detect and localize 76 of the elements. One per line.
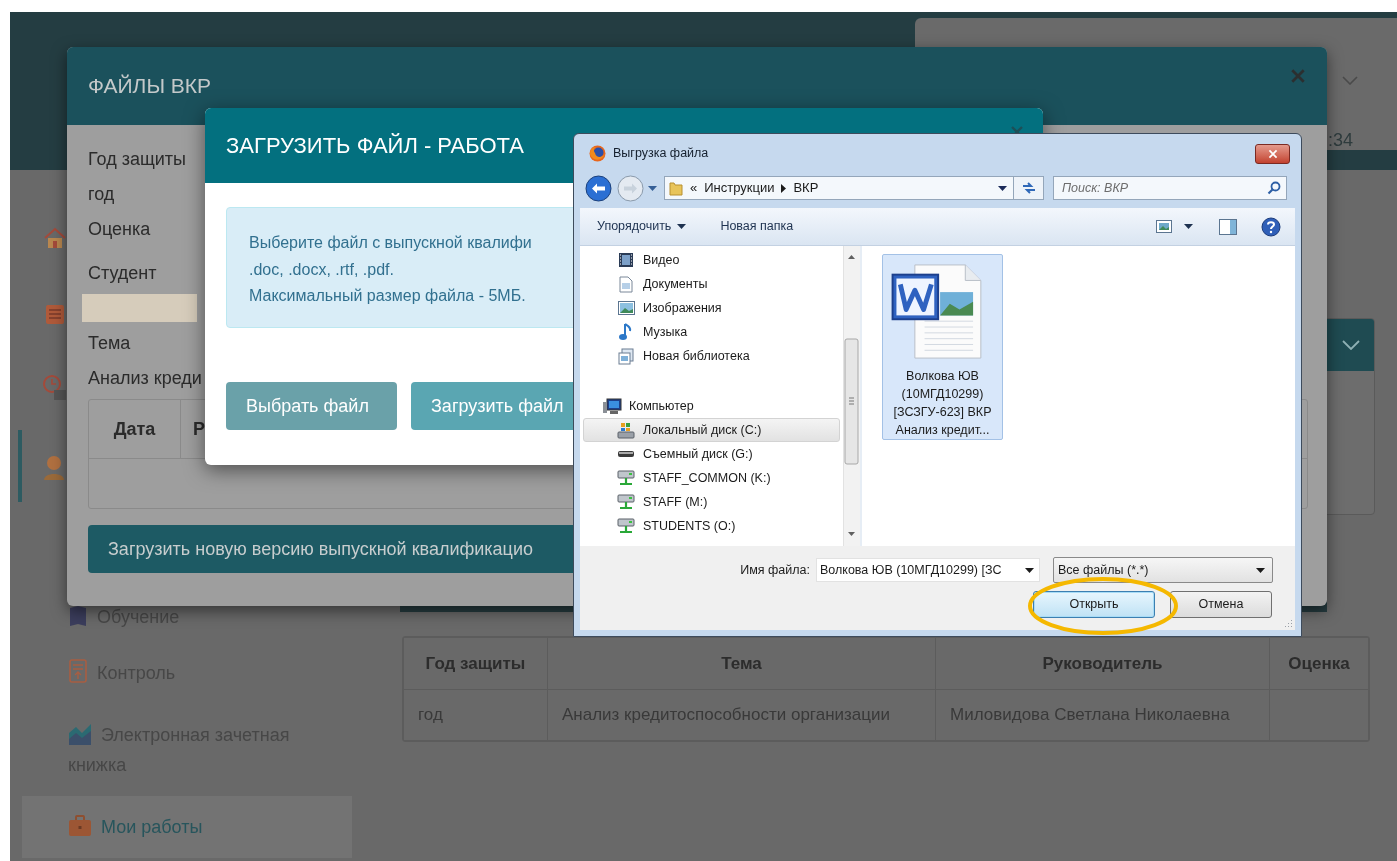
- active-indicator: [18, 430, 22, 502]
- navigation-item[interactable]: Документы: [583, 272, 840, 296]
- address-bar[interactable]: « Инструкции ВКР: [664, 176, 1014, 200]
- refresh-button[interactable]: [1014, 176, 1044, 200]
- navigation-item[interactable]: STAFF_COMMON (K:): [583, 466, 840, 490]
- info-text: Выберите файл с выпускной квалифи: [249, 233, 532, 253]
- browser-icon: [589, 145, 606, 162]
- field-label: Студент: [88, 262, 157, 285]
- caret-icon: [1256, 567, 1265, 573]
- column-header: Р: [192, 417, 205, 441]
- navigation-item[interactable]: Видео: [583, 248, 840, 272]
- navigation-item[interactable]: Музыка: [583, 320, 840, 344]
- cancel-button[interactable]: Отмена: [1170, 591, 1272, 618]
- close-button[interactable]: [1255, 143, 1290, 164]
- video-icon: [618, 252, 634, 268]
- breadcrumb-separator: «: [690, 179, 698, 198]
- chart-icon: [68, 723, 92, 745]
- home-icon[interactable]: [43, 226, 67, 250]
- field-label: Тема: [88, 332, 131, 355]
- breadcrumb-item[interactable]: ВКР: [793, 178, 819, 198]
- breadcrumb-item[interactable]: Инструкции: [704, 178, 775, 198]
- column-header: Год защиты: [403, 637, 548, 690]
- caret-icon: [677, 224, 687, 229]
- filename-label: Имя файла:: [739, 561, 810, 579]
- navigation-item[interactable]: Новая библиотека: [583, 344, 840, 368]
- breadcrumb-arrow-icon: [781, 183, 787, 193]
- new-folder-button[interactable]: Новая папка: [720, 217, 794, 236]
- file-type-dropdown[interactable]: Все файлы (*.*): [1053, 557, 1273, 583]
- field-value: Анализ креди: [88, 367, 202, 390]
- column-header: Тема: [547, 637, 936, 690]
- network-drive-icon: [617, 493, 635, 511]
- navigation-item[interactable]: STUDENTS (O:): [583, 514, 840, 538]
- caret-icon[interactable]: [1184, 224, 1193, 229]
- preview-pane-icon[interactable]: [1219, 218, 1237, 235]
- navigation-item[interactable]: STAFF (M:): [583, 490, 840, 514]
- help-icon[interactable]: [1261, 216, 1281, 237]
- modal-title: ЗАГРУЗИТЬ ФАЙЛ - РАБОТА: [226, 132, 524, 160]
- field-value: год: [88, 183, 115, 206]
- network-drive-icon: [617, 469, 635, 487]
- time-text: :34: [1328, 129, 1354, 152]
- navigation-item[interactable]: Изображения: [583, 296, 840, 320]
- field-label: Год защиты: [88, 148, 186, 171]
- navigation-item[interactable]: Локальный диск (C:): [583, 418, 840, 442]
- close-icon: [1267, 148, 1278, 159]
- report-icon: [68, 659, 88, 683]
- music-icon: [619, 323, 633, 341]
- network-drive-icon: [617, 517, 635, 535]
- refresh-icon: [1020, 181, 1037, 195]
- caret-icon[interactable]: [998, 185, 1007, 191]
- images-icon: [617, 301, 635, 315]
- back-button[interactable]: [585, 174, 612, 202]
- navigation-item[interactable]: Съемный диск (G:): [583, 442, 840, 466]
- column-header: Руководитель: [935, 637, 1270, 690]
- scrollbar[interactable]: [843, 246, 860, 546]
- search-field[interactable]: Поиск: ВКР: [1053, 176, 1287, 200]
- window-title: Выгрузка файла: [613, 145, 709, 163]
- info-text: Максимальный размер файла - 5МБ.: [249, 286, 526, 306]
- open-button[interactable]: Открыть: [1033, 591, 1155, 618]
- modal-title: ФАЙЛЫ ВКР: [88, 73, 212, 100]
- filename-field[interactable]: Волкова ЮВ (10МГД10299) [ЗС: [816, 558, 1040, 582]
- documents-icon: [619, 275, 633, 293]
- library-icon: [618, 347, 634, 365]
- caret-icon: [1025, 567, 1034, 573]
- organize-menu-button[interactable]: Упорядочить: [597, 217, 687, 236]
- view-icon[interactable]: [1156, 220, 1172, 233]
- file-item[interactable]: Волкова ЮВ (10МГД10299) [ЗСЗГУ-623] ВКР Анализ кредит...: [882, 254, 1003, 440]
- search-icon[interactable]: [1267, 181, 1281, 195]
- info-text: .doc, .docx, .rtf, .pdf.: [249, 259, 394, 280]
- system-disk-icon: [617, 421, 635, 439]
- folder-icon: [669, 180, 683, 196]
- field-label: Оценка: [88, 218, 151, 241]
- resize-grip-icon[interactable]: [1283, 618, 1293, 628]
- chevron-down-icon: [1342, 340, 1360, 350]
- computer-icon: [602, 397, 622, 415]
- column-header: Дата: [89, 400, 181, 458]
- briefcase-icon: [68, 815, 92, 837]
